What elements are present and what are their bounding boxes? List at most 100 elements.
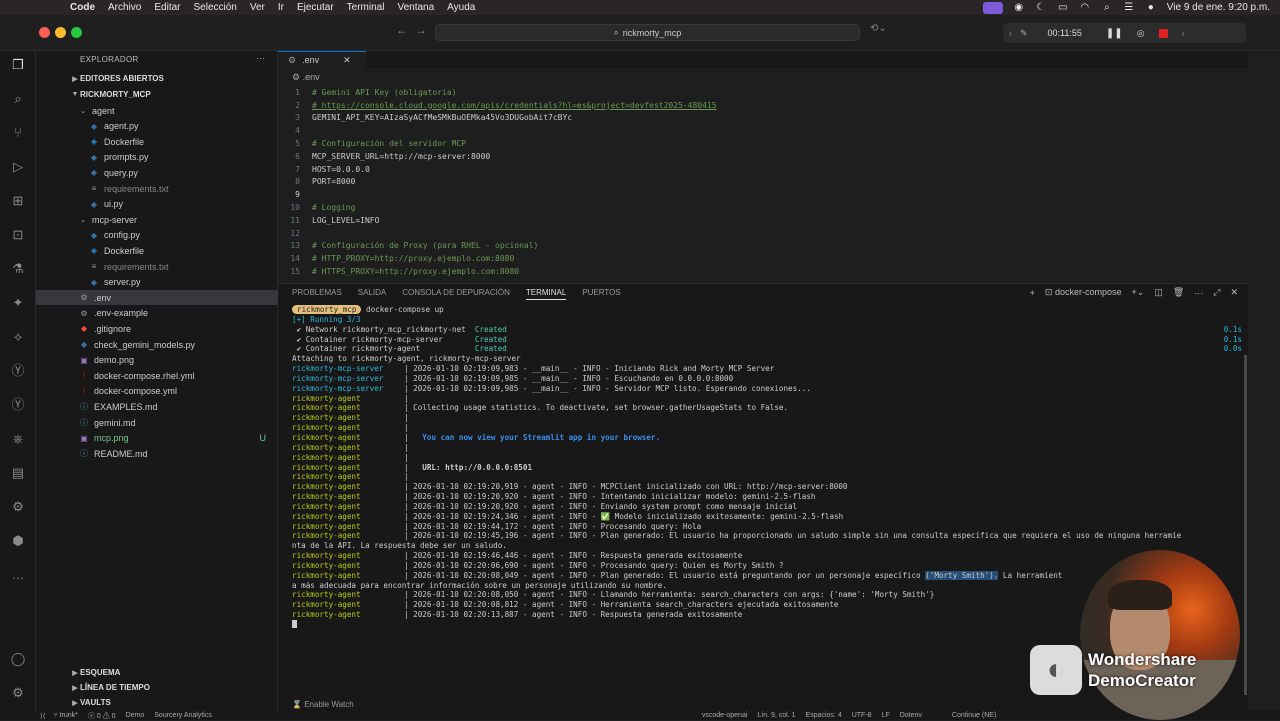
menu-terminal[interactable]: Terminal xyxy=(347,2,385,13)
status-continue[interactable]: Continue (NE) xyxy=(952,712,996,719)
menu-ventana[interactable]: Ventana xyxy=(397,2,434,13)
breadcrumb[interactable]: ⚙ .env xyxy=(292,72,320,83)
file-item[interactable]: ◆ config.py xyxy=(36,228,278,243)
tab-salida[interactable]: SALIDA xyxy=(358,288,386,300)
search-icon[interactable]: ⌕ xyxy=(10,91,26,107)
file-item[interactable]: ◆ check_gemini_models.py xyxy=(36,337,278,352)
zoom-window-button[interactable] xyxy=(71,27,82,38)
tab-puertos[interactable]: PUERTOS xyxy=(582,288,620,300)
chevron-left-icon[interactable]: ‹ xyxy=(1009,28,1012,38)
status-eol[interactable]: LF xyxy=(882,712,890,719)
status-vscode-openai[interactable]: vscode-openai xyxy=(702,712,748,719)
pause-icon[interactable]: ❚❚ xyxy=(1106,28,1123,39)
git-graph-icon[interactable]: ⟡ xyxy=(10,329,26,345)
wifi-icon[interactable]: ◠ xyxy=(1079,2,1091,13)
status-demo[interactable]: Demo xyxy=(126,712,145,719)
trash-icon[interactable]: 🗑 xyxy=(1173,287,1184,298)
maximize-icon[interactable]: ⤢ xyxy=(1213,287,1220,298)
remote-icon[interactable]: ⟩⟨ xyxy=(40,712,45,720)
open-editors-section[interactable]: ▶ EDITORES ABIERTOS xyxy=(36,71,278,86)
tab-problemas[interactable]: PROBLEMAS xyxy=(292,288,342,300)
project-section[interactable]: ▼ RICKMORTY_MCP xyxy=(36,87,278,102)
hexagon-icon[interactable]: ⬢ xyxy=(10,533,26,549)
status-cursor-position[interactable]: Lín. 9, col. 1 xyxy=(757,712,795,719)
folder-item[interactable]: ⌄ mcp-server xyxy=(36,212,278,227)
file-item[interactable]: ⓘ gemini.md xyxy=(36,415,278,430)
ai-icon[interactable]: ✦ xyxy=(10,295,26,311)
extensions-icon[interactable]: ⊞ xyxy=(10,193,26,209)
menu-app[interactable]: Code xyxy=(70,2,95,13)
timeline-section[interactable]: ▶ LÍNEA DE TIEMPO xyxy=(36,680,278,695)
terminal-shell-select[interactable]: ⊡ docker-compose xyxy=(1045,287,1122,298)
screen-share-icon[interactable] xyxy=(982,1,1003,14)
close-window-button[interactable] xyxy=(39,27,50,38)
file-item[interactable]: ◈ Dockerfile xyxy=(36,134,278,149)
file-item[interactable]: ◆ server.py xyxy=(36,275,278,290)
file-item[interactable]: ! docker-compose.rhel.yml xyxy=(36,368,278,383)
outline-section[interactable]: ▶ ESQUEMA xyxy=(36,665,278,680)
menu-ayuda[interactable]: Ayuda xyxy=(447,2,475,13)
new-terminal-icon[interactable]: + xyxy=(1030,288,1035,298)
add-terminal-icon[interactable]: +⌄ xyxy=(1132,287,1145,298)
forward-arrow-icon[interactable]: → xyxy=(415,23,427,37)
pen-icon[interactable]: ✎ xyxy=(1020,28,1028,39)
settings-gear-icon[interactable]: ⚙ xyxy=(10,685,26,701)
menubar-datetime[interactable]: Vie 9 de ene. 9:20 p.m. xyxy=(1167,2,1270,13)
file-item[interactable]: ▣ demo.png xyxy=(36,353,278,368)
problems-status[interactable]: ⓧ 0 ⚠ 0 xyxy=(88,711,116,721)
folder-icon[interactable]: ▤ xyxy=(10,465,26,481)
pull-requests-icon[interactable]: Ⓨ xyxy=(10,397,26,413)
camera-icon[interactable]: ◎ xyxy=(1137,28,1145,39)
testing-icon[interactable]: ⚗ xyxy=(10,261,26,277)
file-item[interactable]: ≡ requirements.txt xyxy=(36,181,278,196)
split-icon[interactable]: ◫ xyxy=(1154,287,1163,298)
menu-ver[interactable]: Ver xyxy=(250,2,265,13)
run-debug-icon[interactable]: ▷ xyxy=(10,159,26,175)
more-icon[interactable]: … xyxy=(10,567,26,583)
status-indentation[interactable]: Espacios: 4 xyxy=(806,712,842,719)
tab-consola-depuracion[interactable]: CONSOLA DE DEPURACIÓN xyxy=(402,288,510,300)
enable-watch-button[interactable]: ⌛ Enable Watch xyxy=(292,700,354,709)
record-icon[interactable]: ◉ xyxy=(1013,2,1025,13)
code-lines[interactable]: 1 # Gemini API Key (obligatoria) 2 # https:… xyxy=(278,86,1248,278)
remote-explorer-icon[interactable]: ⊡ xyxy=(10,227,26,243)
stop-icon[interactable] xyxy=(1158,28,1168,38)
command-center-search[interactable]: ⌕ rickmorty_mcp xyxy=(435,24,860,41)
file-item[interactable]: ⚙ .env xyxy=(36,290,278,306)
close-icon[interactable]: ✕ xyxy=(1230,287,1238,298)
chevron-right-icon[interactable]: › xyxy=(1182,28,1185,38)
more-actions-icon[interactable]: ··· xyxy=(1194,288,1203,298)
file-item[interactable]: ◆ .gitignore xyxy=(36,321,278,336)
file-item[interactable]: ◆ ui.py xyxy=(36,197,278,212)
github-icon[interactable]: Ⓨ xyxy=(10,363,26,379)
terminal-scrollbar[interactable] xyxy=(1244,355,1247,695)
account-icon[interactable]: ◯ xyxy=(10,651,26,667)
menu-editar[interactable]: Editar xyxy=(154,2,180,13)
file-item[interactable]: ▣ mcp.png U xyxy=(36,431,278,446)
file-item[interactable]: ◆ prompts.py xyxy=(36,150,278,165)
status-sourcery[interactable]: Sourcery Analytics xyxy=(154,712,212,719)
tab-terminal[interactable]: TERMINAL xyxy=(525,288,567,300)
minimize-window-button[interactable] xyxy=(55,27,66,38)
status-encoding[interactable]: UTF-8 xyxy=(852,712,872,719)
back-arrow-icon[interactable]: ← xyxy=(396,23,408,37)
explorer-icon[interactable]: ❐ xyxy=(10,57,26,73)
menu-ejecutar[interactable]: Ejecutar xyxy=(297,2,334,13)
folder-item[interactable]: ⌄ agent xyxy=(36,103,278,118)
branch-status[interactable]: ⑂ trunk* xyxy=(53,712,77,719)
control-center-icon[interactable]: ☰ xyxy=(1123,2,1135,13)
file-item[interactable]: ≡ requirements.txt xyxy=(36,259,278,274)
siri-icon[interactable]: ● xyxy=(1145,2,1157,13)
close-icon[interactable]: ✕ xyxy=(343,55,351,66)
moon-icon[interactable]: ☾ xyxy=(1035,2,1047,13)
file-item[interactable]: ◆ agent.py xyxy=(36,119,278,134)
status-language[interactable]: Dotenv xyxy=(900,712,922,719)
tab-env[interactable]: ⚙ .env ✕ xyxy=(278,51,366,68)
copilot-icon[interactable]: ⟲⌄ xyxy=(870,23,887,34)
vaults-section[interactable]: ▶ VAULTS xyxy=(36,695,278,710)
file-item[interactable]: ! docker-compose.yml xyxy=(36,384,278,399)
file-item[interactable]: ◈ Dockerfile xyxy=(36,243,278,258)
kubernetes-icon[interactable]: ⎈ xyxy=(10,431,26,447)
menu-seleccion[interactable]: Selección xyxy=(193,2,236,13)
search-icon[interactable]: ⌕ xyxy=(1101,2,1113,13)
